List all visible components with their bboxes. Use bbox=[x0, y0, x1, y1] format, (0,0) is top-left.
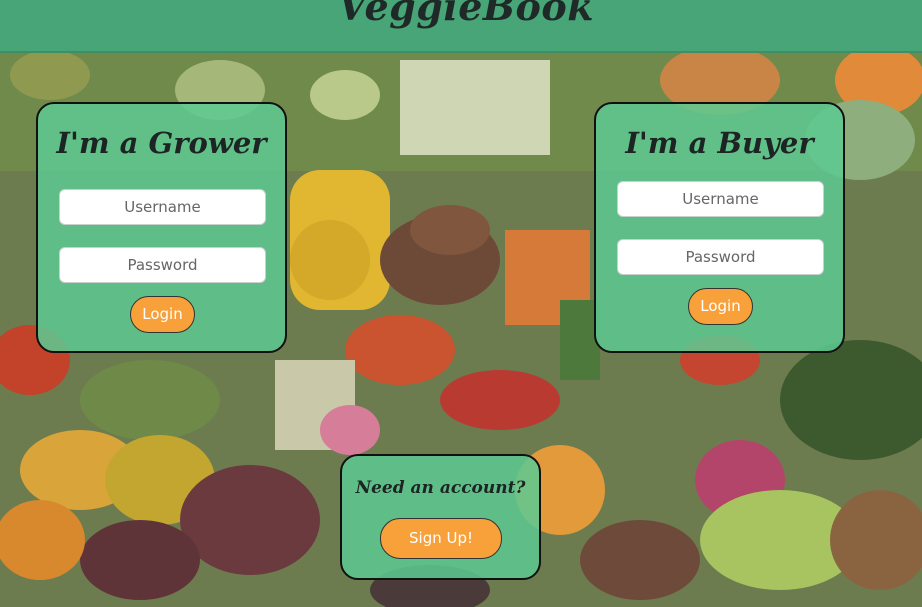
buyer-card-title: I'm a Buyer bbox=[625, 126, 814, 160]
brand-title: VeggieBook bbox=[338, 0, 595, 29]
buyer-login-card: I'm a Buyer Login bbox=[594, 102, 845, 353]
top-header-bar: VeggieBook bbox=[0, 0, 922, 53]
buyer-username-input[interactable] bbox=[617, 181, 824, 217]
grower-login-card: I'm a Grower Login bbox=[36, 102, 287, 353]
grower-username-input[interactable] bbox=[59, 189, 266, 225]
signup-prompt: Need an account? bbox=[355, 478, 526, 498]
grower-card-title: I'm a Grower bbox=[56, 126, 267, 160]
signup-button[interactable]: Sign Up! bbox=[380, 518, 502, 559]
grower-login-button[interactable]: Login bbox=[130, 296, 195, 333]
signup-card: Need an account? Sign Up! bbox=[340, 454, 541, 580]
buyer-password-input[interactable] bbox=[617, 239, 824, 275]
grower-password-input[interactable] bbox=[59, 247, 266, 283]
buyer-login-button[interactable]: Login bbox=[688, 288, 753, 325]
